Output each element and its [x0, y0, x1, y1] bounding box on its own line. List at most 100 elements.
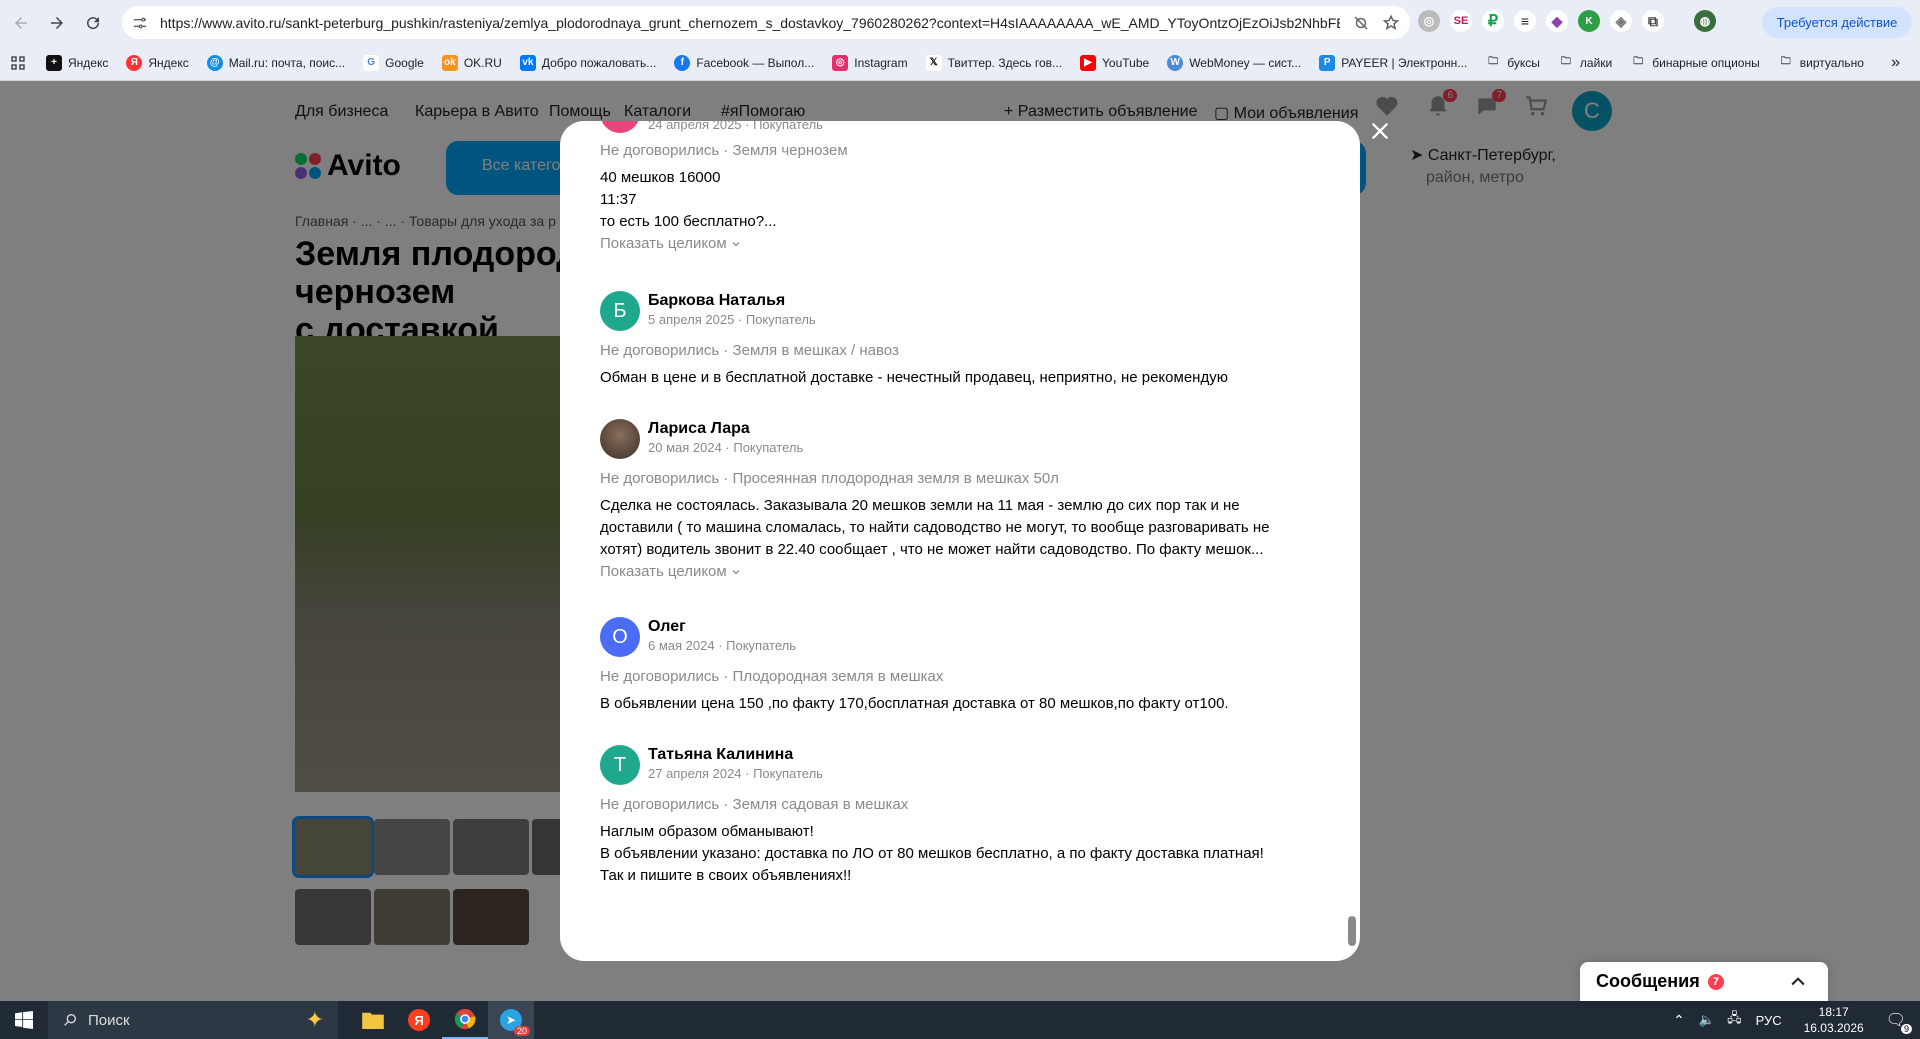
clock[interactable]: 18:17 16.03.2026 — [1804, 1004, 1864, 1036]
review-meta: 20 мая 2024 · Покупатель — [648, 440, 804, 455]
bookmark-webmoney[interactable]: W WebMoney — сист... — [1167, 54, 1301, 71]
bookmark-yandex-1[interactable]: + Яндекс — [46, 54, 108, 71]
bookmark-okru[interactable]: ok OK.RU — [441, 54, 502, 71]
review-meta: 27 апреля 2024 · Покупатель — [648, 766, 823, 781]
reload-icon — [87, 17, 100, 30]
start-button[interactable] — [0, 1001, 48, 1039]
messages-widget[interactable]: Сообщения 7 — [1580, 962, 1828, 1001]
bookmark-payeer[interactable]: P PAYEER | Электронн... — [1319, 54, 1467, 71]
bookmark-youtube[interactable]: ▶ YouTube — [1080, 54, 1149, 71]
avatar[interactable]: Т — [600, 745, 640, 785]
folder-icon: 🗀 — [1488, 56, 1499, 67]
bookmark-vk[interactable]: vk Добро пожаловать... — [519, 54, 656, 71]
extensions-puzzle-icon[interactable]: ⧉ — [1642, 10, 1664, 32]
review-deal: Не договорились · Плодородная земля в ме… — [600, 668, 944, 685]
bookmark-mailru[interactable]: @ Mail.ru: почта, поис... — [206, 54, 345, 71]
review-item: О Олег 6 мая 2024 · Покупатель Не догово… — [600, 617, 1320, 715]
address-bar[interactable]: https://www.avito.ru/sankt-peterburg_pus… — [122, 6, 1410, 39]
copilot-sparkle-icon: ✦ — [305, 1007, 324, 1032]
se-ext-icon[interactable]: SE — [1450, 10, 1472, 32]
ruble-ext-icon[interactable]: ₽ — [1482, 10, 1504, 32]
extensions-area: ◎ SE ₽ ≡ ◆ K ◈ ⧉ ◍ — [1418, 10, 1716, 32]
ok-icon: ok — [441, 54, 458, 71]
avatar[interactable]: Б — [600, 291, 640, 331]
notification-center-icon[interactable]: 🗨 9 — [1886, 1010, 1912, 1034]
bookmark-star-icon[interactable] — [1382, 13, 1400, 32]
reviews-modal: 24 апреля 2025 · Покупатель Не договорил… — [560, 121, 1360, 961]
bookmark-instagram[interactable]: ◎ Instagram — [832, 54, 908, 71]
back-button[interactable] — [4, 6, 38, 40]
yandex-browser-icon[interactable]: Я — [396, 1001, 442, 1039]
chevron-up-icon[interactable]: ⌃ — [1673, 1012, 1685, 1029]
bookmarks-bar: + Яндекс Я Яндекс @ Mail.ru: почта, поис...… — [0, 45, 1920, 81]
reviewer-name[interactable]: Татьяна Калинина — [648, 745, 823, 765]
language-indicator[interactable]: РУС — [1756, 1013, 1782, 1028]
avatar — [600, 121, 640, 133]
show-full-button[interactable]: Показать целиком — [600, 563, 1320, 580]
review-meta: 6 мая 2024 · Покупатель — [648, 638, 796, 653]
review-deal: Не договорились · Земля в мешках / навоз — [600, 342, 899, 359]
vk-icon: vk — [519, 54, 536, 71]
review-deal: Не договорились · Земля садовая в мешках — [600, 796, 909, 813]
list-ext-icon[interactable]: ≡ — [1514, 10, 1536, 32]
bookmark-facebook[interactable]: f Facebook — Выпол... — [674, 54, 814, 71]
bookmark-google[interactable]: G Google — [363, 54, 424, 71]
browser-toolbar: https://www.avito.ru/sankt-peterburg_pus… — [0, 0, 1920, 45]
avatar[interactable] — [600, 419, 640, 459]
reviews-list[interactable]: 24 апреля 2025 · Покупатель Не договорил… — [560, 121, 1360, 961]
reviewer-name[interactable]: Олег — [648, 617, 796, 637]
network-icon[interactable]: 🖧 — [1727, 1009, 1742, 1031]
review-item: Б Баркова Наталья 5 апреля 2025 · Покупа… — [600, 291, 1320, 389]
reload-button[interactable] — [76, 6, 110, 40]
instagram-icon: ◎ — [832, 54, 849, 71]
taskbar-search[interactable]: Поиск ✦ — [48, 1001, 338, 1039]
folder-icon: 🗀 — [1560, 56, 1571, 67]
review-text: Обман в цене и в бесплатной доставке - н… — [600, 369, 1228, 386]
profile-globe-icon[interactable]: ◍ — [1694, 10, 1716, 32]
forward-button[interactable] — [40, 6, 74, 40]
review-text: 40 мешков 16000 11:37 то есть 100 беспла… — [600, 169, 777, 230]
chevron-up-icon[interactable] — [1788, 972, 1808, 992]
chrome-icon[interactable] — [442, 1001, 488, 1039]
review-meta: 24 апреля 2025 · Покупатель — [648, 121, 823, 132]
speaker-icon[interactable]: 🔈 — [1699, 1012, 1715, 1028]
bookmark-folder-likes[interactable]: 🗀 лайки — [1558, 55, 1612, 71]
mailru-icon: @ — [206, 54, 223, 71]
facebook-icon: f — [674, 54, 691, 71]
bookmark-folder-binary[interactable]: 🗀 бинарные опционы — [1630, 55, 1759, 71]
bookmark-yandex-2[interactable]: Я Яндекс — [126, 54, 189, 71]
reviewer-name[interactable]: Лариса Лара — [648, 419, 803, 439]
modal-scrollbar[interactable] — [1348, 916, 1356, 946]
review-text: Сделка не состоялась. Заказывала 20 мешк… — [600, 497, 1270, 558]
gem-ext-icon[interactable]: ◆ — [1546, 10, 1568, 32]
webmoney-icon: W — [1167, 54, 1184, 71]
green-ext-icon[interactable]: K — [1578, 10, 1600, 32]
bookmark-folder-virtual[interactable]: 🗀 виртуально — [1778, 55, 1864, 71]
windows-taskbar: Поиск ✦ Я ➤ 20 ⌃ 🔈 🖧 РУС 18:17 16.03.202… — [0, 1001, 1920, 1039]
close-modal-button[interactable] — [1366, 117, 1394, 145]
bookmark-twitter[interactable]: 𝕏 Твиттер. Здесь гов... — [925, 54, 1062, 71]
review-deal: Не договорились · Просеянная плодородная… — [600, 470, 1059, 487]
more-bookmarks-icon[interactable]: » — [1891, 54, 1900, 72]
review-item: Лариса Лара 20 мая 2024 · Покупатель Не … — [600, 419, 1320, 580]
show-full-button[interactable]: Показать целиком — [600, 235, 1320, 252]
file-explorer-icon[interactable] — [350, 1001, 396, 1039]
tracking-off-icon[interactable] — [1352, 14, 1370, 32]
telegram-icon[interactable]: ➤ 20 — [488, 1001, 534, 1039]
arrow-right-icon — [51, 17, 63, 29]
translate-ext-icon[interactable]: ◎ — [1418, 10, 1440, 32]
action-required-button[interactable]: Требуется действие — [1762, 7, 1912, 38]
review-item: Не договорились · Земля чернозем 40 мешк… — [600, 141, 1320, 252]
url-text[interactable]: https://www.avito.ru/sankt-peterburg_pus… — [160, 15, 1340, 31]
review-item: Т Татьяна Калинина 27 апреля 2024 · Поку… — [600, 745, 1320, 887]
telegram-badge: 20 — [513, 1026, 530, 1036]
avatar[interactable]: О — [600, 617, 640, 657]
chevron-down-icon — [732, 241, 740, 247]
reviewer-name[interactable]: Баркова Наталья — [648, 291, 816, 311]
cube-ext-icon[interactable]: ◈ — [1610, 10, 1632, 32]
apps-grid-icon[interactable] — [10, 55, 26, 71]
bookmark-folder-buksy[interactable]: 🗀 буксы — [1485, 55, 1540, 71]
review-meta: 5 апреля 2025 · Покупатель — [648, 312, 816, 327]
review-text: В обьявлении цена 150 ,по факту 170,босп… — [600, 695, 1229, 712]
windows-logo-icon — [15, 1011, 33, 1029]
